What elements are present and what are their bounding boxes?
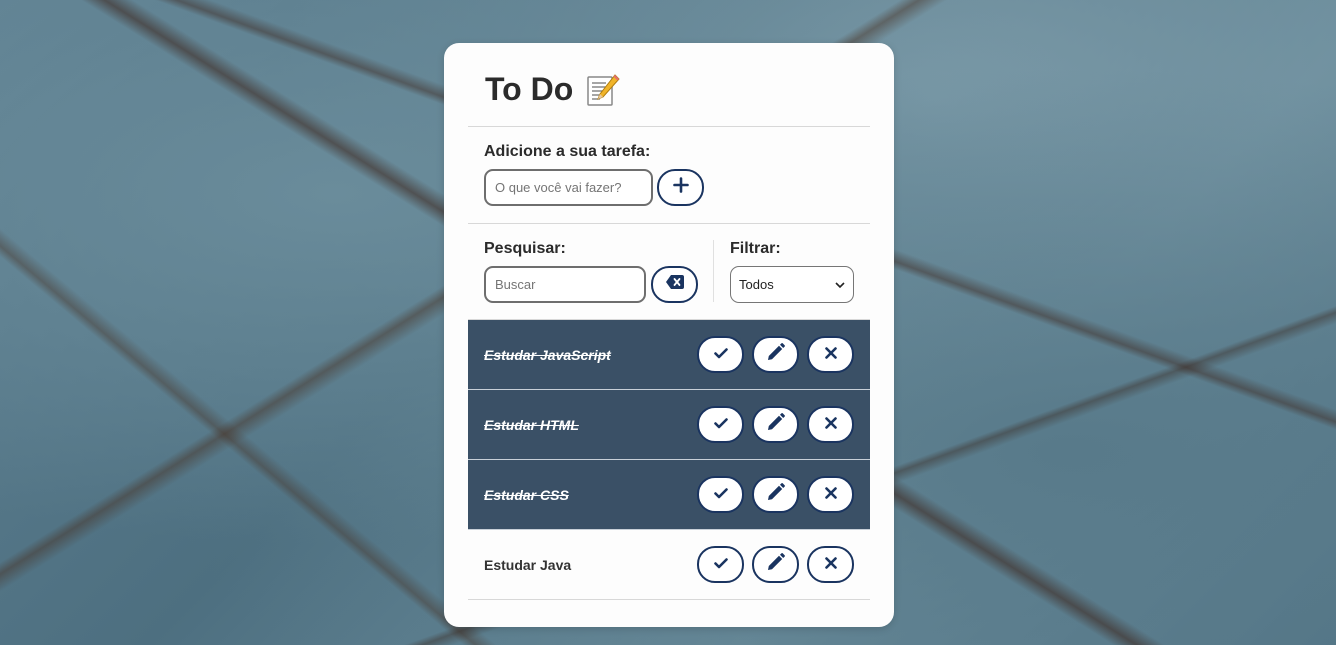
x-icon (824, 486, 837, 504)
remove-todo-button[interactable] (807, 406, 854, 443)
finish-todo-button[interactable] (697, 406, 744, 443)
todo-text: Estudar JavaScript (484, 346, 611, 363)
finish-todo-button[interactable] (697, 546, 744, 583)
search-label: Pesquisar: (484, 240, 566, 257)
filter-selected-value: Todos (739, 277, 774, 292)
x-icon (824, 346, 837, 364)
todo-text: Estudar HTML (484, 416, 579, 433)
check-icon (713, 556, 728, 574)
todo-text: Estudar Java (484, 556, 572, 573)
pencil-icon (767, 483, 785, 506)
check-icon (713, 346, 728, 364)
remove-todo-button[interactable] (807, 476, 854, 513)
check-icon (713, 486, 728, 504)
edit-todo-button[interactable] (752, 336, 799, 373)
todo-item: Estudar HTML (468, 390, 870, 460)
todo-list: Estudar JavaScript Estudar HTML Estudar … (468, 320, 870, 600)
add-todo-input[interactable] (484, 169, 653, 206)
todo-item: Estudar CSS (468, 460, 870, 530)
chevron-down-icon (835, 277, 845, 292)
page-title: To Do (485, 71, 574, 107)
todo-actions (697, 546, 854, 583)
todo-actions (697, 336, 854, 373)
x-icon (824, 556, 837, 574)
todo-text: Estudar CSS (484, 486, 569, 503)
pencil-icon (767, 413, 785, 436)
add-todo-label: Adicione a sua tarefa: (484, 143, 651, 160)
filter-section: Filtrar: Todos (714, 240, 854, 319)
pencil-icon (767, 553, 785, 576)
filter-label: Filtrar: (730, 240, 781, 257)
header: To Do (468, 43, 870, 127)
finish-todo-button[interactable] (697, 476, 744, 513)
memo-icon (585, 72, 621, 108)
add-todo-button[interactable] (657, 169, 704, 206)
todo-actions (697, 406, 854, 443)
add-todo-form: Adicione a sua tarefa: (468, 127, 870, 224)
edit-todo-button[interactable] (752, 546, 799, 583)
todo-card: To Do Adicione a sua tarefa: O que você … (444, 43, 894, 627)
search-section: Pesquisar: (468, 240, 714, 303)
filter-select[interactable]: Todos (730, 266, 854, 303)
edit-todo-button[interactable] (752, 406, 799, 443)
toolbar: Pesquisar: Filtrar: Todos (468, 224, 870, 320)
todo-item: Estudar JavaScript (468, 320, 870, 390)
todo-actions (697, 476, 854, 513)
remove-todo-button[interactable] (807, 336, 854, 373)
backspace-icon (665, 275, 684, 294)
search-input[interactable] (484, 266, 646, 303)
clear-search-button[interactable] (651, 266, 698, 303)
x-icon (824, 416, 837, 434)
check-icon (713, 416, 728, 434)
finish-todo-button[interactable] (697, 336, 744, 373)
plus-icon (672, 177, 689, 198)
edit-todo-button[interactable] (752, 476, 799, 513)
pencil-icon (767, 343, 785, 366)
todo-item: Estudar Java (468, 530, 870, 600)
remove-todo-button[interactable] (807, 546, 854, 583)
